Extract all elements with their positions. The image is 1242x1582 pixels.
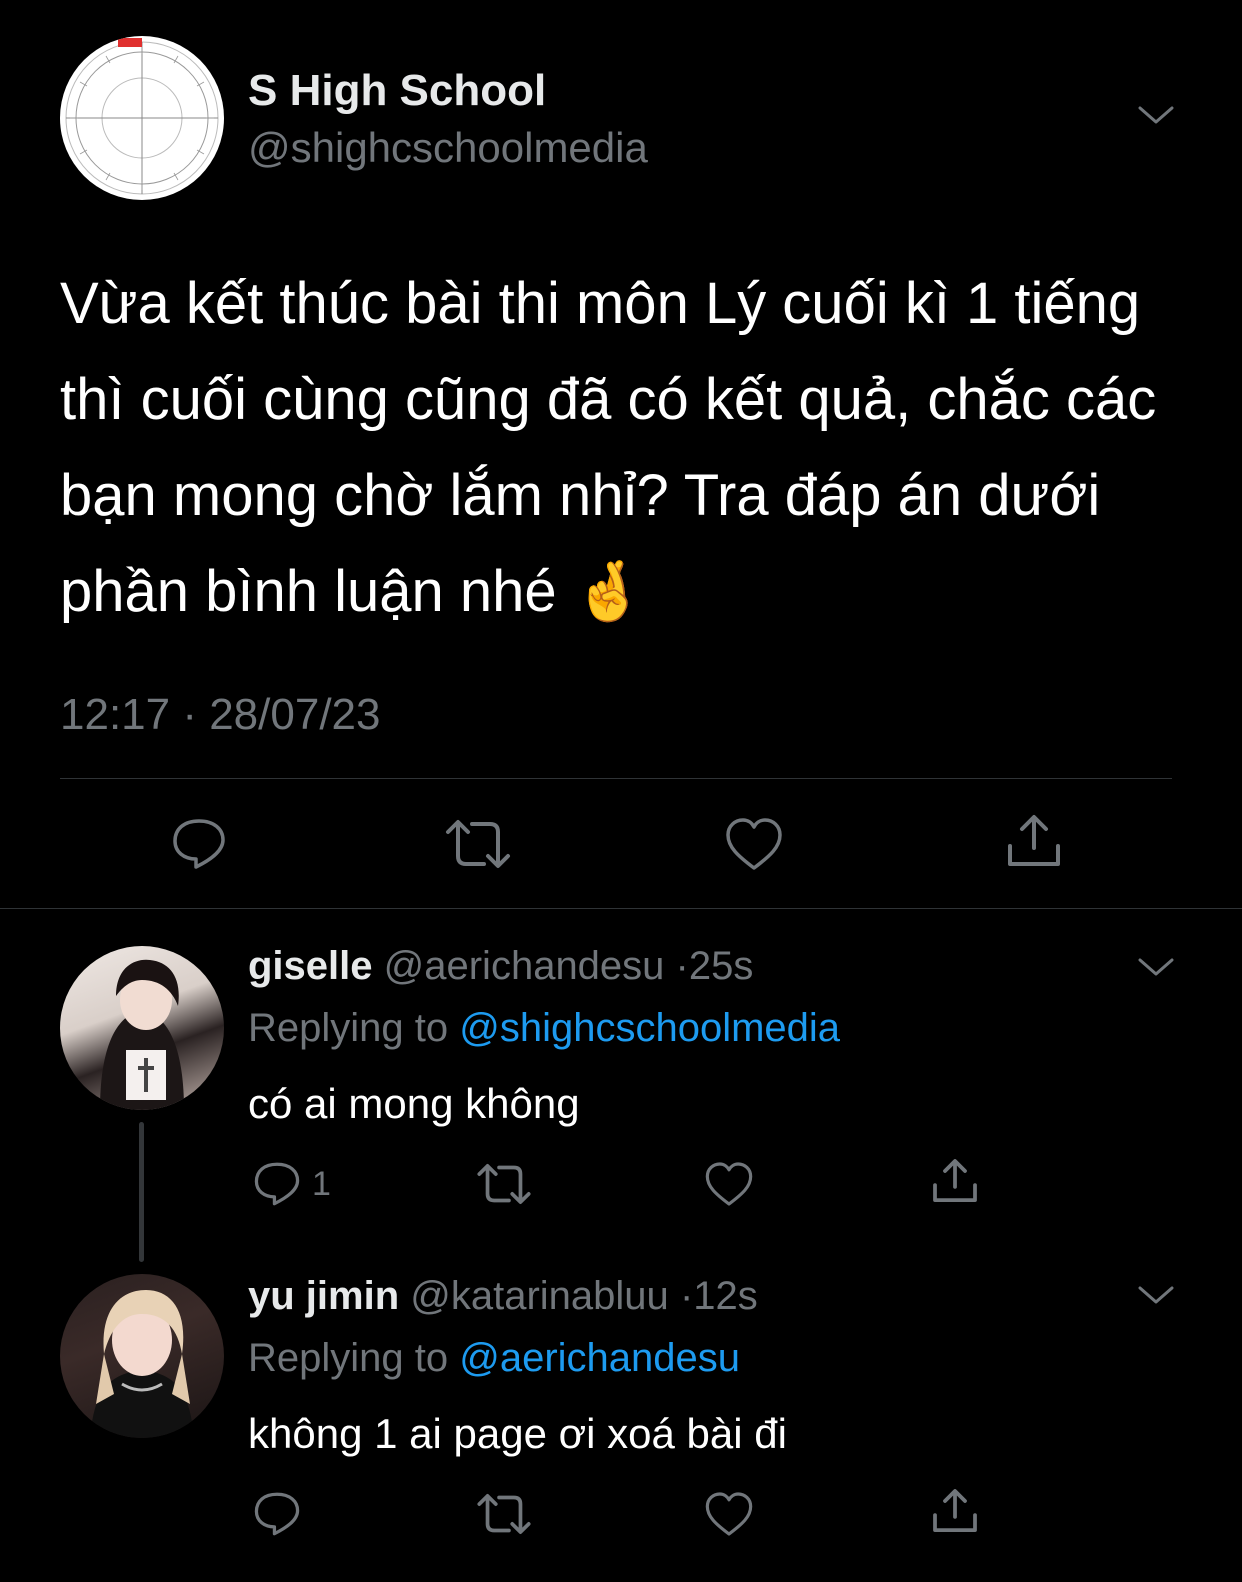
- reply-count: 1: [312, 1164, 331, 1203]
- reply-avatar-yu-jimin[interactable]: [60, 1274, 224, 1438]
- replying-to-link[interactable]: @aerichandesu: [459, 1336, 740, 1380]
- like-button[interactable]: [704, 1490, 754, 1538]
- replying-prefix: Replying to: [248, 1006, 449, 1050]
- reply-icon: [173, 819, 225, 869]
- like-button[interactable]: [704, 1160, 754, 1208]
- retweet-icon: [477, 1494, 531, 1534]
- share-icon: [933, 1159, 977, 1203]
- heart-icon: [705, 1162, 753, 1206]
- reply-button[interactable]: 1: [252, 1160, 331, 1208]
- reply-header: giselle @aerichandesu ·25s: [248, 944, 753, 989]
- share-button[interactable]: [930, 1486, 980, 1536]
- retweet-button[interactable]: [476, 1492, 532, 1536]
- retweet-button[interactable]: [444, 818, 512, 870]
- reply-handle[interactable]: @aerichandesu: [384, 944, 665, 988]
- reply-button[interactable]: [252, 1490, 302, 1538]
- author-avatar[interactable]: [60, 36, 224, 200]
- share-icon: [933, 1489, 977, 1533]
- chevron-down-icon[interactable]: [1136, 1284, 1176, 1308]
- reply-display-name[interactable]: yu jimin: [248, 1274, 399, 1318]
- reply-avatar-giselle[interactable]: [60, 946, 224, 1110]
- reply-icon: [254, 1492, 300, 1536]
- reply-button[interactable]: [170, 816, 228, 872]
- person-photo: [100, 959, 184, 1110]
- chevron-down-icon[interactable]: [1136, 956, 1176, 980]
- author-handle[interactable]: @shighcschoolmedia: [248, 124, 648, 172]
- separator-dot: ·: [675, 944, 689, 988]
- tweet-timestamp: 12:17 · 28/07/23: [60, 690, 381, 739]
- share-icon: [1008, 815, 1060, 866]
- like-button[interactable]: [724, 816, 784, 872]
- protractor-icon: [65, 38, 219, 195]
- author-name[interactable]: S High School: [248, 66, 546, 116]
- heart-icon: [705, 1492, 753, 1536]
- reply-header: yu jimin @katarinabluu ·12s: [248, 1274, 758, 1319]
- chevron-down-icon[interactable]: [1136, 104, 1176, 128]
- heart-icon: [726, 818, 782, 870]
- retweet-button[interactable]: [476, 1162, 532, 1206]
- share-button[interactable]: [930, 1156, 980, 1206]
- person-photo: [90, 1290, 194, 1438]
- thread-line: [139, 1122, 144, 1262]
- reply-handle[interactable]: @katarinabluu: [410, 1274, 669, 1318]
- replying-to-line: Replying to @shighcschoolmedia: [248, 1006, 840, 1051]
- tweet-text: Vừa kết thúc bài thi môn Lý cuối kì 1 ti…: [60, 271, 1157, 624]
- divider: [60, 778, 1172, 779]
- section-divider: [0, 908, 1242, 909]
- replying-to-line: Replying to @aerichandesu: [248, 1336, 740, 1381]
- replying-prefix: Replying to: [248, 1336, 449, 1380]
- share-button[interactable]: [1004, 812, 1064, 870]
- reply-icon: [254, 1162, 300, 1206]
- reply-text: không 1 ai page ơi xoá bài đi: [248, 1410, 787, 1457]
- replying-to-link[interactable]: @shighcschoolmedia: [459, 1006, 840, 1050]
- reply-text: có ai mong không: [248, 1080, 580, 1127]
- retweet-icon: [477, 1164, 531, 1204]
- retweet-icon: [446, 820, 510, 868]
- reply-time: 12s: [693, 1274, 758, 1318]
- reply-display-name[interactable]: giselle: [248, 944, 373, 988]
- separator-dot: ·: [679, 1274, 694, 1318]
- reply-time: 25s: [688, 944, 754, 988]
